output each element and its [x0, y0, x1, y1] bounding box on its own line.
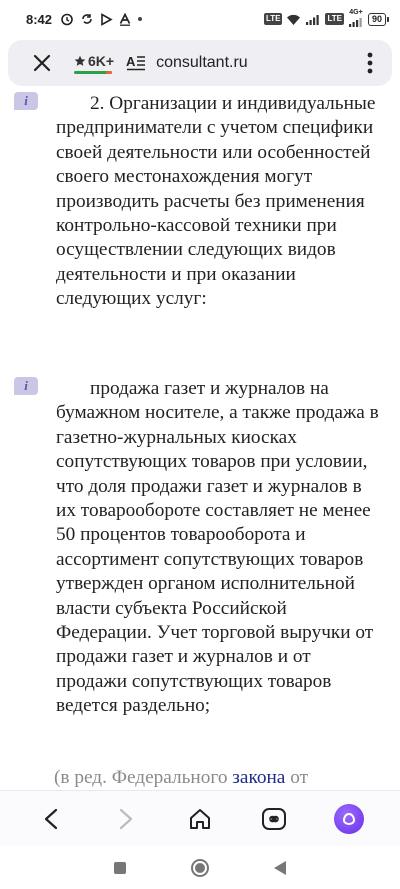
rating-value: 6K+	[88, 52, 115, 69]
reader-mode-button[interactable]: A	[126, 54, 146, 72]
more-vertical-icon	[367, 52, 373, 74]
home-button[interactable]	[180, 799, 220, 839]
browser-bottom-nav	[0, 790, 400, 846]
system-navigation-bar	[0, 846, 400, 889]
tabs-icon	[262, 807, 287, 830]
battery-indicator: 90	[367, 12, 390, 26]
back-button[interactable]	[31, 799, 71, 839]
tabs-button[interactable]	[254, 799, 294, 839]
browser-address-bar: 6K+ A consultant.ru	[8, 40, 392, 86]
alice-assistant-button[interactable]	[329, 799, 369, 839]
sync-icon	[80, 12, 94, 26]
reader-mode-icon: A	[126, 54, 146, 71]
alice-icon	[333, 803, 364, 834]
close-button[interactable]	[30, 51, 54, 75]
site-rating-badge[interactable]: 6K+	[74, 53, 114, 74]
recent-apps-button[interactable]	[105, 853, 135, 883]
triangle-back-icon	[274, 860, 286, 875]
system-back-button[interactable]	[265, 853, 295, 883]
alarm-icon	[60, 12, 74, 26]
paragraph-organizations: 2. Организации и индивидуальные предприн…	[56, 92, 386, 312]
info-badge[interactable]: i	[14, 92, 38, 110]
wifi-icon	[286, 13, 301, 26]
network-type: 4G+	[349, 8, 363, 16]
forward-button[interactable]	[106, 799, 146, 839]
svg-text:A: A	[126, 54, 136, 69]
sim2-badge: LTE	[325, 13, 344, 25]
law-link[interactable]: закона	[232, 767, 285, 788]
chevron-left-icon	[45, 808, 58, 829]
rating-bar	[74, 70, 112, 74]
info-badge[interactable]: i	[14, 377, 38, 395]
signal-icon	[305, 13, 321, 26]
home-icon	[189, 808, 210, 829]
network-label: 4G+	[348, 9, 364, 30]
star-icon	[74, 55, 86, 66]
play-icon	[100, 12, 113, 26]
edit-note-suffix: от	[285, 767, 309, 788]
text-a-icon	[119, 12, 131, 26]
edit-note: (в ред. Федерального закона от	[54, 766, 384, 790]
more-menu-button[interactable]	[358, 48, 382, 78]
status-time: 8:42	[26, 11, 53, 27]
dot-icon	[137, 16, 143, 22]
document-content[interactable]: i 2. Организации и индивидуальные предпр…	[0, 86, 400, 790]
paragraph-text: 2. Организации и индивидуальные предприн…	[56, 93, 376, 310]
paragraph-newspapers: продажа газет и журналов на бумажном нос…	[56, 377, 386, 719]
edit-note-prefix: (в ред. Федерального	[54, 767, 233, 788]
close-icon	[33, 54, 51, 72]
system-home-button[interactable]	[185, 853, 215, 883]
sim-badge: LTE	[263, 13, 283, 25]
rating-text: 6K+	[74, 53, 114, 69]
circle-icon	[191, 858, 209, 877]
chevron-right-icon	[119, 808, 132, 829]
square-icon	[114, 861, 126, 874]
paragraph-text: продажа газет и журналов на бумажном нос…	[56, 378, 379, 717]
url-text[interactable]: consultant.ru	[156, 54, 248, 72]
status-bar: 8:42 LTE LTE 4G+ 90	[0, 0, 400, 38]
